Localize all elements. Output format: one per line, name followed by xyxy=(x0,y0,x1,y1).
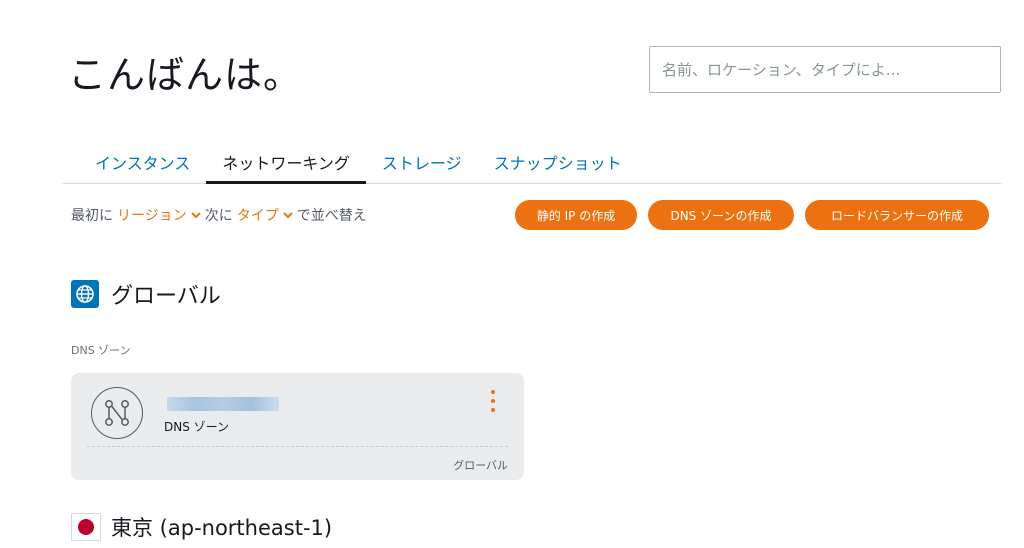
globe-icon xyxy=(71,280,99,308)
dns-zones-section-label: DNS ゾーン xyxy=(71,344,131,357)
sort-middle: 次に xyxy=(204,208,233,224)
sort-second-label: タイプ xyxy=(236,208,279,224)
japan-flag-icon xyxy=(71,513,101,541)
more-options-icon[interactable] xyxy=(487,390,499,412)
networking-page: こんばんは。 インスタンス ネットワーキング ストレージ スナップショット 最初… xyxy=(0,0,1024,548)
dns-zone-name-redacted[interactable] xyxy=(167,397,279,411)
chevron-down-icon xyxy=(283,212,293,219)
region-title-global: グローバル xyxy=(111,284,221,309)
tab-bar: インスタンス ネットワーキング ストレージ スナップショット xyxy=(63,152,1001,184)
create-dns-zone-button[interactable]: DNS ゾーンの作成 xyxy=(648,200,794,230)
tab-networking[interactable]: ネットワーキング xyxy=(206,152,366,184)
sort-first-dropdown[interactable]: リージョン xyxy=(117,205,201,225)
create-load-balancer-button[interactable]: ロードバランサーの作成 xyxy=(805,200,989,230)
search-input[interactable] xyxy=(649,46,1001,93)
card-divider xyxy=(87,446,508,447)
dns-zone-card[interactable]: DNS ゾーン グローバル xyxy=(71,373,524,480)
chevron-down-icon xyxy=(191,212,201,219)
sort-prefix: 最初に xyxy=(71,208,113,224)
sort-first-label: リージョン xyxy=(117,208,187,224)
sort-suffix: で並べ替え xyxy=(296,208,367,224)
sort-second-dropdown[interactable]: タイプ xyxy=(237,205,293,225)
page-greeting: こんばんは。 xyxy=(68,53,303,97)
region-header-tokyo: 東京 (ap-northeast-1) xyxy=(71,512,332,542)
dns-zone-icon xyxy=(91,387,143,439)
tab-snapshots[interactable]: スナップショット xyxy=(478,152,638,184)
dns-zone-region-label: グローバル xyxy=(453,459,508,472)
tab-storage[interactable]: ストレージ xyxy=(366,152,478,184)
sort-bar: 最初に リージョン 次に タイプ で並べ替え xyxy=(71,203,367,227)
region-title-tokyo: 東京 (ap-northeast-1) xyxy=(111,516,333,540)
tab-instances[interactable]: インスタンス xyxy=(79,152,206,184)
region-header-global: グローバル xyxy=(71,278,221,310)
create-static-ip-button[interactable]: 静的 IP の作成 xyxy=(515,200,637,230)
dns-zone-type-label: DNS ゾーン xyxy=(164,420,230,434)
